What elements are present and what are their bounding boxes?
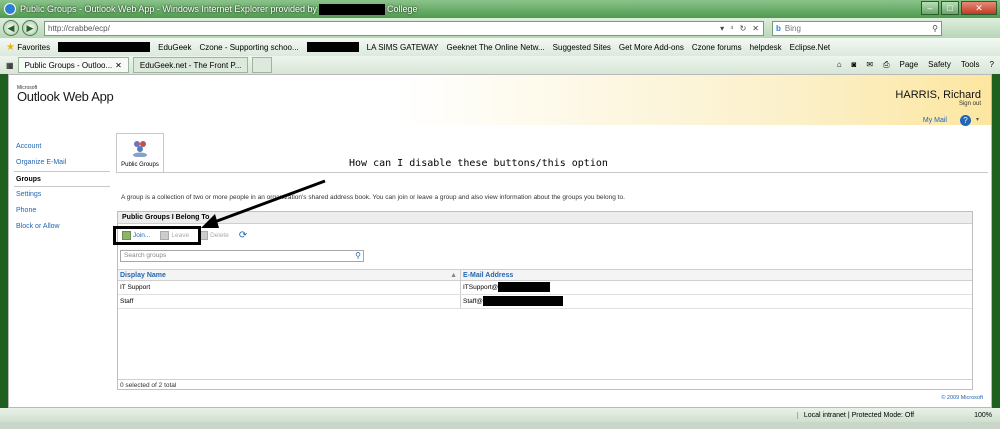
help-icon[interactable]: ?: [960, 115, 971, 126]
quick-tabs-icon[interactable]: ▦: [6, 61, 14, 70]
tab-divider: [116, 172, 988, 173]
favorite-item[interactable]: helpdesk: [750, 43, 782, 52]
annotation-arrow-icon: [201, 179, 326, 228]
tools-menu[interactable]: Tools: [961, 60, 980, 70]
header-banner: [9, 75, 991, 125]
security-zone: Local intranet | Protected Mode: Off: [796, 411, 914, 419]
favorite-item[interactable]: Geeknet The Online Netw...: [447, 43, 545, 52]
safety-menu[interactable]: Safety: [928, 60, 951, 70]
close-button[interactable]: ✕: [961, 1, 997, 15]
table-row[interactable]: Staff Staff@: [118, 295, 972, 309]
nav-item-groups[interactable]: Groups: [14, 171, 110, 187]
back-button[interactable]: ◀: [3, 20, 19, 36]
nav-item-phone[interactable]: Phone: [14, 203, 110, 219]
favorites-button[interactable]: ★ Favorites: [6, 42, 50, 53]
favorite-item[interactable]: EduGeek: [158, 43, 191, 52]
window-title-suffix: College: [386, 4, 418, 14]
refresh-icon[interactable]: ↻: [740, 24, 747, 33]
groups-table: Display Name ▲ E-Mail Address IT Support …: [118, 269, 972, 309]
group-name: IT Support: [118, 281, 461, 294]
ie-logo-icon: [4, 3, 16, 15]
nav-item-block-or-allow[interactable]: Block or Allow: [14, 219, 110, 235]
annotation-box: [113, 226, 201, 245]
column-email-address[interactable]: E-Mail Address: [461, 270, 972, 280]
address-field[interactable]: http://crabbe/ecp/ ▾ ⁴ ↻ ✕: [44, 20, 764, 36]
stop-icon[interactable]: ✕: [752, 24, 759, 33]
favorite-item[interactable]: Czone forums: [692, 43, 742, 52]
help-icon[interactable]: ?: [990, 60, 994, 70]
favorite-item[interactable]: Get More Add-ons: [619, 43, 684, 52]
feeds-icon[interactable]: ◙: [852, 60, 857, 70]
nav-item-settings[interactable]: Settings: [14, 187, 110, 203]
window-title: Public Groups - Outlook Web App - Window…: [20, 4, 317, 14]
my-mail-link[interactable]: My Mail: [923, 117, 947, 124]
tab-edugeek[interactable]: EduGeek.net - The Front P...: [132, 57, 249, 73]
redacted-block: [318, 3, 385, 15]
redacted-block: [482, 296, 563, 307]
favorite-item[interactable]: Czone - Supporting schoo...: [199, 43, 298, 52]
group-email: Staff@: [461, 295, 972, 308]
search-groups-input[interactable]: Search groups ⚲: [120, 250, 364, 262]
address-toolbar: ◀ ▶ http://crabbe/ecp/ ▾ ⁴ ↻ ✕ b Bing ⚲: [0, 18, 1000, 38]
new-tab-button[interactable]: [252, 57, 273, 73]
compat-icon[interactable]: ⁴: [730, 24, 733, 33]
user-name: HARRIS, Richard: [895, 89, 981, 101]
close-tab-icon[interactable]: ✕: [115, 61, 122, 70]
table-header: Display Name ▲ E-Mail Address: [118, 269, 972, 281]
page-menu[interactable]: Page: [899, 60, 918, 70]
nav-item-organize-email[interactable]: Organize E-Mail: [14, 155, 110, 171]
redacted-block: [498, 282, 551, 293]
minimize-button[interactable]: –: [921, 1, 939, 15]
window-titlebar: Public Groups - Outlook Web App - Window…: [0, 0, 1000, 18]
search-placeholder: Bing: [784, 23, 801, 33]
copyright: © 2009 Microsoft: [941, 395, 983, 401]
forward-button[interactable]: ▶: [22, 20, 38, 36]
tab-bar: ▦ Public Groups - Outloo... ✕ EduGeek.ne…: [0, 56, 1000, 74]
app-logo: Outlook Web App: [17, 89, 114, 104]
maximize-button[interactable]: □: [941, 1, 959, 15]
bing-icon: b: [776, 23, 781, 33]
annotation-text: How can I disable these buttons/this opt…: [349, 158, 608, 169]
status-bar: Local intranet | Protected Mode: Off 100…: [0, 408, 1000, 422]
taskbar-strip: [0, 422, 1000, 429]
dropdown-icon[interactable]: ▾: [720, 24, 724, 33]
zoom-level[interactable]: 100%: [974, 412, 992, 419]
favorite-item[interactable]: Suggested Sites: [553, 43, 611, 52]
favorite-item[interactable]: LA SIMS GATEWAY: [367, 43, 439, 52]
group-email: ITSupport@: [461, 281, 972, 294]
tab-public-groups[interactable]: Public Groups - Outloo... ✕: [17, 57, 129, 73]
group-icon: [133, 141, 147, 157]
redacted-block: [306, 42, 359, 52]
home-icon[interactable]: ⌂: [837, 60, 842, 70]
table-row[interactable]: IT Support ITSupport@: [118, 281, 972, 295]
mail-icon[interactable]: ✉: [866, 60, 873, 70]
print-icon[interactable]: ⎙: [883, 60, 889, 70]
star-icon: ★: [6, 41, 15, 53]
sign-out-link[interactable]: Sign out: [959, 101, 981, 107]
chevron-down-icon[interactable]: ▾: [976, 116, 979, 123]
favorite-item[interactable]: Eclipse.Net: [790, 43, 830, 52]
column-display-name[interactable]: Display Name ▲: [118, 270, 461, 280]
search-icon[interactable]: ⚲: [932, 24, 938, 33]
favorites-bar: ★ Favorites EduGeek Czone - Supporting s…: [0, 38, 1000, 56]
search-box[interactable]: b Bing ⚲: [772, 20, 942, 36]
group-name: Staff: [118, 295, 461, 308]
groups-panel: Public Groups I Belong To Join... Leave …: [117, 211, 973, 390]
nav-item-account[interactable]: Account: [14, 139, 110, 155]
search-icon[interactable]: ⚲: [355, 251, 361, 261]
url-text: http://crabbe/ecp/: [48, 23, 110, 33]
selection-count: 0 selected of 2 total: [118, 379, 972, 390]
left-nav: Account Organize E-Mail Groups Settings …: [14, 139, 110, 235]
redacted-block: [58, 42, 151, 52]
sort-icon: ▲: [450, 272, 457, 279]
